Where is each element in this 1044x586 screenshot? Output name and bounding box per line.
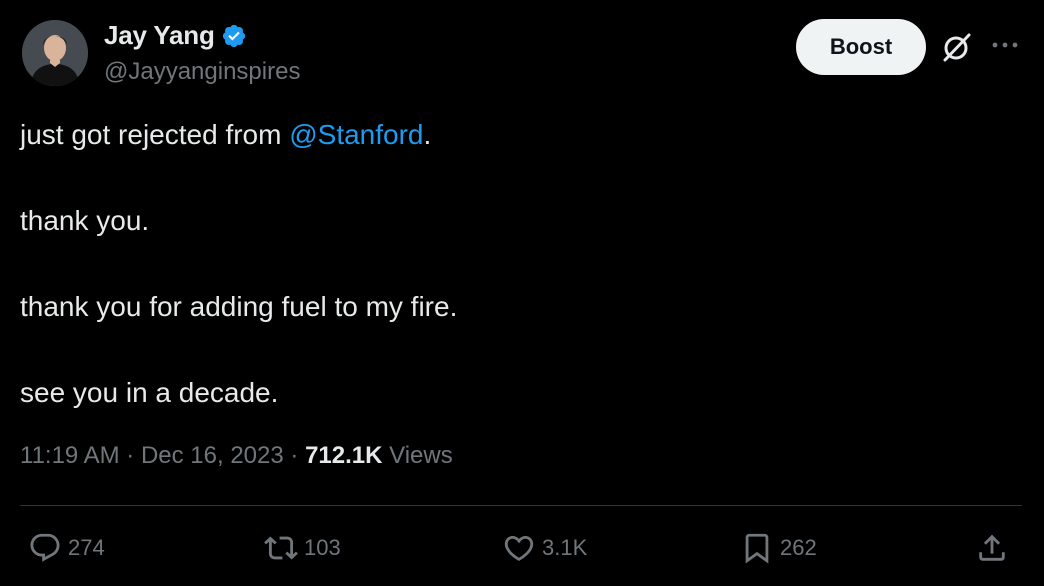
views-label: Views [382,442,453,469]
repost-button[interactable]: 103 [264,528,341,568]
like-count: 3.1K [542,535,588,560]
avatar[interactable] [22,20,88,86]
tweet-line-3: thank you for adding fuel to my fire. [20,291,458,322]
boost-button[interactable]: Boost [796,19,926,75]
author-handle[interactable]: @Jayyanginspires [104,58,300,86]
share-button[interactable] [975,528,1015,568]
reply-icon [30,533,60,562]
verified-badge-icon [222,24,245,47]
like-button[interactable]: 3.1K [502,528,587,568]
share-icon [979,534,1005,561]
tweet-line-4: see you in a decade. [20,377,279,408]
tweet-line-1-suffix: . [423,119,432,150]
bookmark-icon [745,533,769,564]
tweet-line-1: just got rejected from @Stanford. [20,114,1020,156]
tweet-meta: 11:19 AM · Dec 16, 2023 · 712.1K Views [20,442,453,470]
reply-button[interactable]: 274 [28,528,105,568]
tweet-time[interactable]: 11:19 AM [20,442,120,469]
tweet-text: just got rejected from @Stanford. thank … [20,114,1020,414]
reply-count: 274 [68,535,105,560]
grok-icon[interactable] [940,30,974,64]
author-name[interactable]: Jay Yang [104,20,215,51]
tweet-line-1-prefix: just got rejected from [20,119,290,150]
meta-separator: · [119,442,141,469]
mention-link[interactable]: @Stanford [289,119,423,150]
divider [20,505,1022,506]
meta-separator: · [283,442,306,469]
more-icon[interactable] [988,28,1022,62]
bookmark-button[interactable]: 262 [740,528,817,568]
tweet-line-2: thank you. [20,205,150,236]
tweet-date[interactable]: Dec 16, 2023 [141,442,284,469]
author-name-row: Jay Yang [104,20,247,51]
repost-icon [264,536,298,560]
repost-count: 103 [304,535,341,560]
bookmark-count: 262 [780,535,817,560]
views-count: 712.1K [305,442,383,469]
avatar-image [22,20,88,86]
heart-icon [504,535,534,561]
